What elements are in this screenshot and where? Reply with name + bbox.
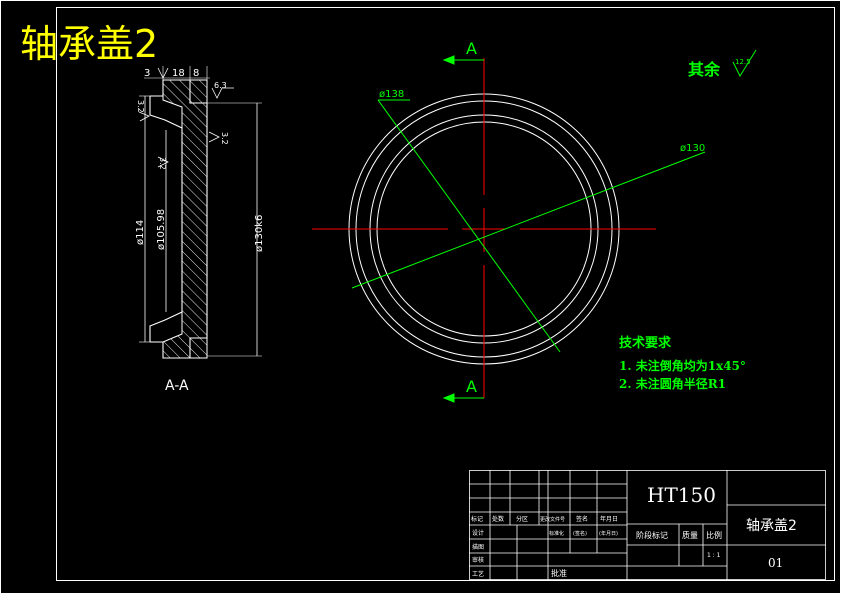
roughness-note-value: 12.5 <box>735 58 751 66</box>
dim-top-8: 8 <box>193 68 199 79</box>
dim-phi-114: ø114 <box>135 220 146 245</box>
mass-label: 质量 <box>682 530 698 540</box>
tech-req-item-2: 2. 未注圆角半径R1 <box>619 376 726 391</box>
center-lines <box>312 58 656 398</box>
stage-label: 阶段标记 <box>636 530 668 540</box>
row-design: 设计 <box>472 529 484 537</box>
dim-top-3: 3 <box>144 68 150 79</box>
hdr-mark: 标记 <box>471 515 483 523</box>
roughness-right-value: 3.2 <box>220 132 229 145</box>
section-mark-top: A <box>466 39 477 58</box>
ratio-label: 比例 <box>706 530 722 540</box>
title-block-labels: 标记 处数 分区 更改文件号 签名 年月日 设计 描图 审核 工艺 标准化 (签… <box>471 515 618 578</box>
dim-front-138: ø138 <box>379 89 404 100</box>
roughness-left-value: 3.2 <box>136 100 145 113</box>
approve-label: 批准 <box>551 568 567 578</box>
hdr-date: 年月日 <box>600 515 618 523</box>
tech-req-item-1: 1. 未注倒角均为1x45° <box>619 358 746 373</box>
tech-req-heading: 技术要求 <box>619 335 672 351</box>
dim-front-130: ø130 <box>680 143 705 154</box>
sign-label: (签名) <box>573 530 587 537</box>
dim-phi-105: ø105.98 <box>156 209 167 250</box>
section-label: A-A <box>165 378 189 394</box>
hdr-change-doc: 更改文件号 <box>540 516 565 523</box>
section-view: 3 18 8 6.3 3.2 3.2 3.2 ø114 ø105.98 ø130… <box>135 66 265 394</box>
row-trace: 描图 <box>472 543 484 551</box>
row-review: 审核 <box>472 556 484 564</box>
hdr-count: 处数 <box>492 515 504 523</box>
leader-138 <box>377 99 561 353</box>
hdr-zone: 分区 <box>516 515 528 523</box>
dim-phi-130k6: ø130k6 <box>254 215 265 252</box>
drawing-sheet: 轴承盖2 3 18 8 6.3 3.2 3.2 3.2 ø114 ø105.98… <box>0 0 841 594</box>
dim-top-18: 18 <box>172 68 185 79</box>
roughness-symbol-left <box>138 111 150 122</box>
scale-value: 1 : 1 <box>707 552 721 559</box>
roughness-symbol-right <box>208 131 220 143</box>
material-label: HT150 <box>647 483 716 507</box>
roughness-note-label: 其余 <box>688 60 721 79</box>
drawing-title: 轴承盖2 <box>20 22 158 66</box>
std-label: 标准化 <box>549 530 564 537</box>
leader-130 <box>351 151 706 289</box>
hdr-sign: 签名 <box>576 515 588 523</box>
part-name: 轴承盖2 <box>746 518 797 534</box>
drawing-number: 01 <box>768 556 783 570</box>
row-process: 工艺 <box>472 570 484 578</box>
roughness-mid-value: 3.2 <box>158 157 167 170</box>
date-label: (年月日) <box>599 530 618 537</box>
roughness-top-value: 6.3 <box>214 81 227 90</box>
section-mark-bottom: A <box>466 377 477 396</box>
